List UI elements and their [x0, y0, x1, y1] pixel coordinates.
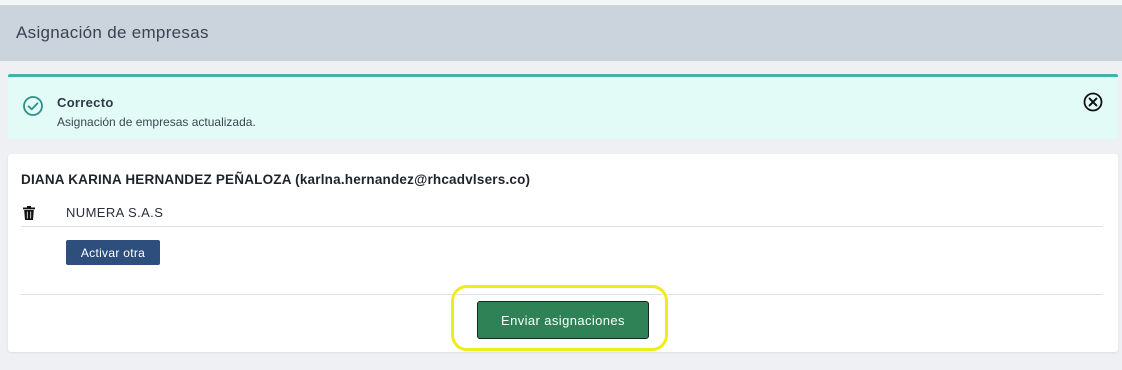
- submit-assignments-button[interactable]: Enviar asignaciones: [477, 301, 649, 339]
- page-header: Asignación de empresas: [0, 5, 1122, 61]
- trash-icon[interactable]: [23, 206, 35, 220]
- activate-another-button[interactable]: Activar otra: [66, 240, 160, 265]
- close-icon[interactable]: [1082, 91, 1104, 113]
- success-alert: Correcto Asignación de empresas actualiz…: [8, 74, 1118, 139]
- assignment-card: DIANA KARINA HERNANDEZ PEÑALOZA (karlna.…: [8, 154, 1118, 352]
- user-heading: DIANA KARINA HERNANDEZ PEÑALOZA (karlna.…: [21, 172, 531, 187]
- alert-message: Asignación de empresas actualizada.: [57, 115, 256, 129]
- company-row: NUMERA S.A.S: [21, 204, 1103, 227]
- page-title: Asignación de empresas: [16, 23, 209, 42]
- company-name: NUMERA S.A.S: [66, 205, 164, 220]
- alert-title: Correcto: [57, 95, 114, 110]
- check-circle-icon: [23, 96, 43, 116]
